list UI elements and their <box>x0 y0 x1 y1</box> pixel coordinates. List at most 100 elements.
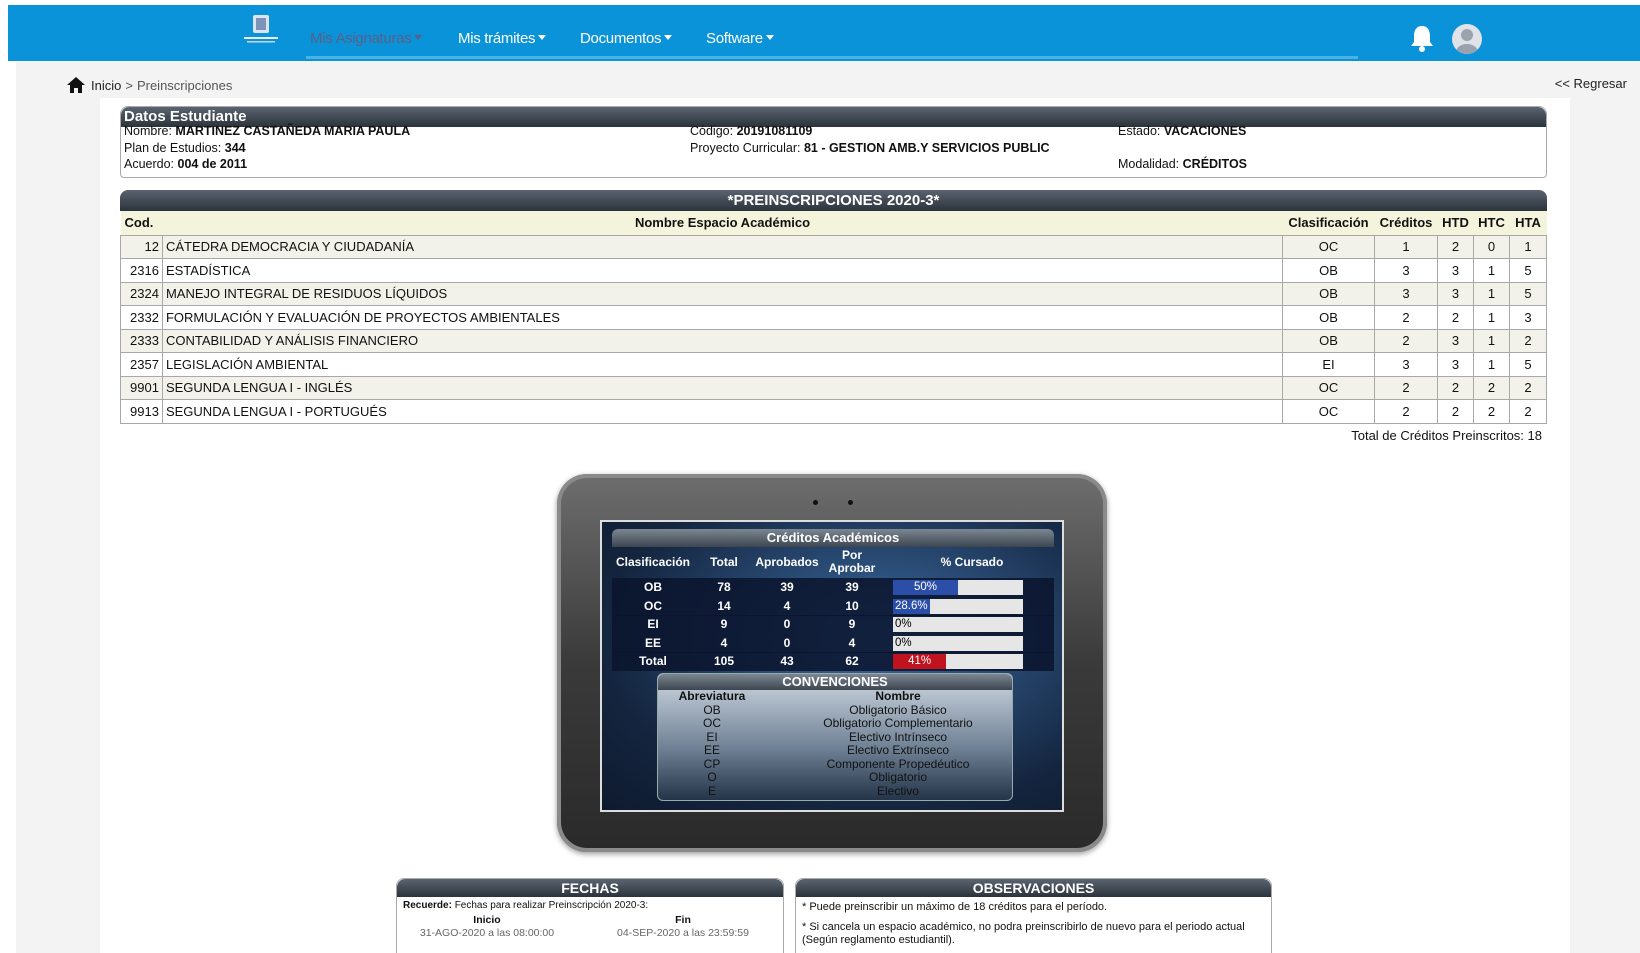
credits-row: OC 14 4 10 28.6% <box>612 596 1054 616</box>
cell-clasificacion: OC <box>1282 399 1376 424</box>
cell-cod: 9901 <box>120 375 163 400</box>
codigo-value: 20191081109 <box>736 124 813 138</box>
conventions-col-nombre: Nombre <box>875 689 921 703</box>
credits-col-total: Total <box>710 555 738 569</box>
cell-cod: 2332 <box>120 305 163 330</box>
recuerde-text: Fechas para realizar Preinscripción 2020… <box>454 900 649 911</box>
conventions-abreviatura: E <box>707 783 716 798</box>
camera-dot <box>848 500 853 505</box>
progress-bar: 50% <box>893 580 1023 595</box>
cell-hta: 3 <box>1508 305 1548 330</box>
nav-software[interactable]: Software <box>706 30 774 47</box>
conventions-abreviatura: OC <box>703 716 721 730</box>
cell-creditos: 1 <box>1374 234 1438 259</box>
proyecto-label: Proyecto Curricular: <box>690 140 801 155</box>
student-col-right: Estado: VACACIONES Modalidad: CRÉDITOS <box>1118 123 1247 173</box>
nav-mis-tramites[interactable]: Mis trámites <box>458 30 547 47</box>
cell-creditos: 3 <box>1374 352 1438 377</box>
home-icon[interactable] <box>66 76 86 94</box>
progress-label: 28.6% <box>895 599 928 612</box>
conventions-nombre: Obligatorio Básico <box>849 702 947 717</box>
credits-cell-por: 10 <box>845 598 859 613</box>
conventions-nombre: Obligatorio Complementario <box>823 716 973 730</box>
breadcrumb-current: Preinscripciones <box>136 77 233 93</box>
cell-creditos: 3 <box>1374 258 1438 283</box>
prereg-header-row: Cod. Nombre Espacio Académico Clasificac… <box>120 211 1547 235</box>
credits-cell-total: 9 <box>720 617 728 631</box>
credits-cell-total: 78 <box>717 580 731 594</box>
prereg-title: *PREINSCRIPCIONES 2020-3* <box>120 190 1547 211</box>
breadcrumb: Inicio > Preinscripciones <box>66 76 232 94</box>
breadcrumb-home[interactable]: Inicio <box>91 78 121 93</box>
nombre-label: Nombre: <box>124 124 172 138</box>
nav-documentos[interactable]: Documentos <box>580 30 673 47</box>
credits-cell-clas: OB <box>644 580 662 594</box>
conventions-abreviatura: CP <box>703 756 721 771</box>
cell-hta: 2 <box>1508 399 1548 424</box>
credits-cell-aprob: 0 <box>783 617 791 631</box>
conventions-abreviatura: EI <box>706 729 718 744</box>
fechas-title: FECHAS <box>397 879 783 897</box>
conventions-row: EE Electivo Extrínseco <box>658 744 1012 758</box>
cell-clasificacion: OB <box>1282 258 1376 283</box>
conventions-row: E Electivo <box>658 783 1012 799</box>
modalidad-label: Modalidad: <box>1118 157 1180 171</box>
cell-htd: 3 <box>1437 328 1474 353</box>
university-logo[interactable] <box>236 13 286 53</box>
bell-icon[interactable] <box>1408 23 1436 53</box>
conventions-col-abreviatura: Abreviatura <box>678 689 746 703</box>
cell-htd: 2 <box>1437 399 1474 424</box>
cell-htd: 2 <box>1437 375 1474 400</box>
cell-htd: 3 <box>1437 281 1474 306</box>
credits-col-clasificacion: Clasificación <box>615 555 691 569</box>
observaciones-text: * Puede preinscribir un máximo de 18 cré… <box>796 897 1271 953</box>
observacion-item: * Si cancela un espacio académico, no po… <box>802 921 1245 946</box>
cell-clasificacion: OB <box>1282 281 1376 306</box>
table-row: 2316 ESTADÍSTICA OB 3 3 1 5 <box>120 258 1548 283</box>
conventions-abreviatura: O <box>707 770 717 784</box>
credits-cell-clas: EE <box>644 635 661 650</box>
table-row: 2332 FORMULACIÓN Y EVALUACIÓN DE PROYECTO… <box>120 305 1548 330</box>
prereg-panel: *PREINSCRIPCIONES 2020-3* Cod. Nombre Es… <box>120 190 1548 424</box>
conventions-row: EI Electivo Intrínseco <box>658 729 1012 745</box>
fechas-panel: FECHAS Recuerde: Fechas para realizar Pr… <box>396 878 784 953</box>
conventions-abreviatura: OB <box>703 702 721 717</box>
conventions-box: CONVENCIONES Abreviatura Nombre OB Obliga… <box>657 673 1013 801</box>
cell-hta: 5 <box>1508 281 1548 306</box>
progress-label: 41% <box>908 655 932 667</box>
nombre-value: MARTINEZ CASTAÑEDA MARIA PAULA <box>175 124 411 138</box>
credits-title: Créditos Académicos <box>612 529 1054 547</box>
inicio-value: 31-AGO-2020 a las 08:00:00 <box>419 927 555 939</box>
cell-nombre: CÁTEDRA DEMOCRACIA Y CIUDADANÍA <box>161 234 1284 259</box>
table-row: 12 CÁTEDRA DEMOCRACIA Y CIUDADANÍA OC 1 2 0 1 <box>120 234 1548 259</box>
cell-nombre: CONTABILIDAD Y ANÁLISIS FINANCIERO <box>161 328 1284 353</box>
cell-cod: 2324 <box>120 281 163 306</box>
nav-mis-asignaturas[interactable]: Mis Asignaturas <box>310 30 423 47</box>
conventions-nombre: Obligatorio <box>868 770 928 784</box>
conventions-row: OC Obligatorio Complementario <box>658 717 1012 731</box>
cell-htc: 1 <box>1472 281 1510 306</box>
cell-htd: 3 <box>1437 258 1474 283</box>
progress-bar: 28.6% <box>893 598 1023 614</box>
cell-htc: 0 <box>1472 234 1510 259</box>
cell-hta: 1 <box>1508 234 1548 259</box>
credits-cell-aprob: 4 <box>783 598 791 613</box>
nav-underline <box>306 56 1358 59</box>
plan-value: 344 <box>224 140 246 155</box>
observacion-item: * Puede preinscribir un máximo de 18 cré… <box>802 901 1108 913</box>
user-avatar[interactable] <box>1452 24 1482 54</box>
conventions-abreviatura: EE <box>703 743 720 757</box>
credits-cell-por: 9 <box>848 617 856 631</box>
progress-label: 0% <box>895 636 912 649</box>
cell-creditos: 2 <box>1374 375 1438 400</box>
breadcrumb-separator: > <box>125 77 133 93</box>
estado-value: VACACIONES <box>1163 124 1247 138</box>
conventions-row: OB Obligatorio Básico <box>658 702 1012 718</box>
cell-hta: 5 <box>1508 352 1548 377</box>
cell-htd: 3 <box>1437 352 1474 377</box>
cell-creditos: 2 <box>1374 328 1438 353</box>
conventions-nombre: Componente Propedéutico <box>826 756 970 771</box>
progress-bar: 41% <box>893 654 1023 669</box>
credits-cell-clas: Total <box>639 654 667 668</box>
back-link[interactable]: << Regresar <box>1555 76 1627 91</box>
